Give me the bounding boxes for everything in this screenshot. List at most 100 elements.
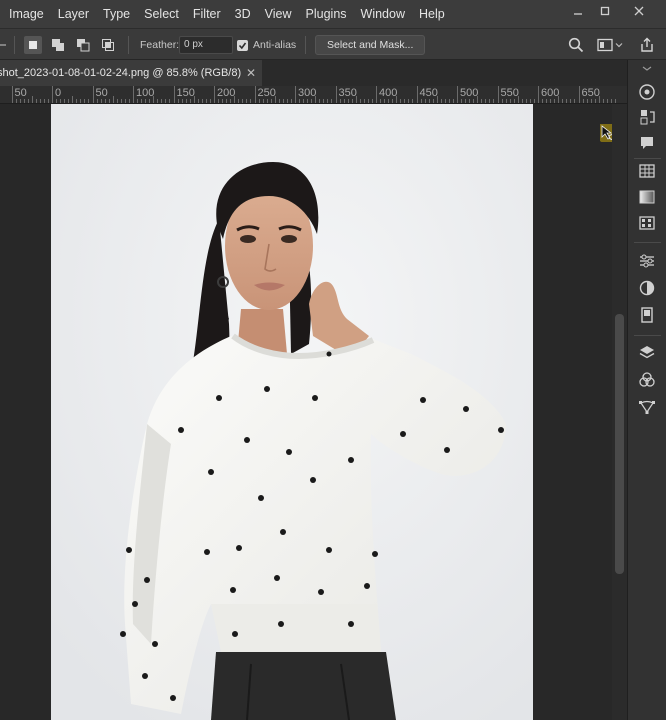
ruler-minor-tick bbox=[141, 99, 143, 103]
ruler-minor-tick bbox=[448, 99, 450, 103]
ruler-minor-tick bbox=[485, 99, 487, 103]
ruler-label: 550 bbox=[500, 87, 519, 99]
ruler-minor-tick bbox=[339, 99, 341, 103]
antialias-checkbox[interactable]: Anti-alias bbox=[237, 29, 296, 61]
close-window-button[interactable] bbox=[628, 0, 650, 22]
menu-plugins[interactable]: Plugins bbox=[299, 0, 354, 28]
swatches-icon bbox=[639, 164, 655, 178]
ruler-minor-tick bbox=[84, 99, 86, 103]
add-selection-icon bbox=[52, 39, 64, 51]
menu-type[interactable]: Type bbox=[96, 0, 137, 28]
ruler-minor-tick bbox=[440, 99, 442, 103]
menu-3d[interactable]: 3D bbox=[228, 0, 258, 28]
ruler-major-tick bbox=[376, 86, 377, 103]
image-canvas[interactable] bbox=[51, 104, 533, 720]
close-tab-icon[interactable]: ✕ bbox=[246, 66, 256, 80]
ruler-minor-tick bbox=[351, 99, 353, 103]
ruler-minor-tick bbox=[562, 99, 564, 103]
ruler-major-tick bbox=[416, 86, 418, 103]
ruler-minor-tick bbox=[347, 99, 349, 103]
workspace-icon bbox=[597, 38, 613, 52]
ruler-minor-tick bbox=[80, 99, 82, 103]
paths-icon bbox=[639, 400, 655, 414]
ruler-minor-tick bbox=[574, 99, 576, 103]
ruler-minor-tick bbox=[157, 99, 159, 103]
channels-panel-button[interactable] bbox=[637, 370, 657, 390]
subtract-from-selection-button[interactable] bbox=[74, 36, 92, 54]
menu-window[interactable]: Window bbox=[354, 0, 412, 28]
feather-input[interactable]: 0 px bbox=[179, 36, 233, 54]
ruler-minor-tick bbox=[606, 99, 608, 103]
ruler-minor-tick bbox=[444, 99, 446, 103]
ruler-minor-tick bbox=[424, 99, 426, 103]
ruler-label: 500 bbox=[460, 87, 479, 99]
ruler-minor-tick bbox=[104, 99, 106, 103]
ruler-major-tick bbox=[538, 86, 539, 103]
ruler-minor-tick bbox=[319, 99, 321, 103]
menu-view[interactable]: View bbox=[258, 0, 299, 28]
document-tab[interactable]: shot_2023-01-08-01-02-24.png @ 85.8% (RG… bbox=[0, 60, 262, 86]
ruler-minor-tick bbox=[274, 96, 276, 103]
ruler-minor-tick bbox=[598, 96, 600, 103]
learn-panel-button[interactable] bbox=[637, 82, 657, 102]
libraries-panel-button[interactable] bbox=[637, 305, 657, 325]
history-panel-button[interactable] bbox=[637, 107, 657, 127]
ruler-minor-tick bbox=[27, 99, 29, 103]
ruler-minor-tick bbox=[546, 99, 548, 103]
ruler-minor-tick bbox=[363, 99, 365, 103]
libraries-icon bbox=[641, 307, 653, 323]
menu-help[interactable]: Help bbox=[412, 0, 452, 28]
new-selection-button[interactable] bbox=[24, 36, 42, 54]
minimize-button[interactable] bbox=[567, 0, 589, 22]
adjustments-panel-button[interactable] bbox=[637, 278, 657, 298]
ruler-minor-tick bbox=[408, 99, 410, 103]
comments-panel-button[interactable] bbox=[637, 133, 657, 153]
paths-panel-button[interactable] bbox=[637, 397, 657, 417]
ruler-minor-tick bbox=[307, 99, 309, 103]
select-and-mask-button[interactable]: Select and Mask... bbox=[315, 35, 426, 55]
ruler-minor-tick bbox=[323, 99, 325, 103]
intersect-selection-button[interactable] bbox=[99, 36, 117, 54]
checkmark-icon bbox=[237, 39, 248, 51]
vertical-scrollbar[interactable] bbox=[612, 104, 627, 720]
layers-panel-button[interactable] bbox=[637, 343, 657, 363]
ruler-minor-tick bbox=[128, 99, 130, 103]
workspace-switcher-button[interactable] bbox=[597, 29, 623, 61]
ruler-minor-tick bbox=[149, 99, 151, 103]
ruler-minor-tick bbox=[209, 99, 211, 103]
ruler-minor-tick bbox=[100, 99, 102, 103]
ruler-minor-tick bbox=[234, 96, 236, 103]
ruler-minor-tick bbox=[201, 99, 203, 103]
ruler-minor-tick bbox=[542, 99, 544, 103]
maximize-button[interactable] bbox=[594, 0, 616, 22]
dock-collapse-icon[interactable] bbox=[637, 66, 657, 72]
share-button[interactable] bbox=[639, 29, 655, 61]
ruler-minor-tick bbox=[290, 99, 292, 103]
gradients-panel-button[interactable] bbox=[637, 187, 657, 207]
ruler-minor-tick bbox=[286, 99, 288, 103]
ruler-minor-tick bbox=[473, 99, 475, 103]
swatches-panel-button[interactable] bbox=[637, 161, 657, 181]
ruler-major-tick bbox=[578, 86, 580, 103]
adjustments-icon bbox=[639, 280, 655, 296]
menu-filter[interactable]: Filter bbox=[186, 0, 228, 28]
ruler-minor-tick bbox=[258, 99, 260, 103]
menu-image[interactable]: Image bbox=[0, 0, 51, 28]
menu-select[interactable]: Select bbox=[137, 0, 186, 28]
horizontal-ruler[interactable]: 50 0 50 100 150 200 250 300 350 400 450 500 550 600 65… bbox=[0, 86, 627, 104]
ruler-label: 600 bbox=[541, 87, 560, 99]
add-to-selection-button[interactable] bbox=[49, 36, 67, 54]
properties-panel-button[interactable] bbox=[637, 251, 657, 271]
menu-layer[interactable]: Layer bbox=[51, 0, 96, 28]
subtract-selection-icon bbox=[77, 39, 90, 52]
scrollbar-thumb[interactable] bbox=[615, 314, 624, 574]
canvas-workspace[interactable] bbox=[0, 104, 612, 720]
adjustments-history-icon bbox=[640, 110, 655, 125]
search-button[interactable] bbox=[568, 29, 584, 61]
ruler-minor-tick bbox=[392, 99, 394, 103]
patterns-panel-button[interactable] bbox=[637, 213, 657, 233]
ruler-minor-tick bbox=[120, 99, 122, 103]
ruler-minor-tick bbox=[15, 99, 17, 103]
ruler-minor-tick bbox=[436, 96, 438, 103]
ruler-label: 250 bbox=[257, 87, 276, 99]
